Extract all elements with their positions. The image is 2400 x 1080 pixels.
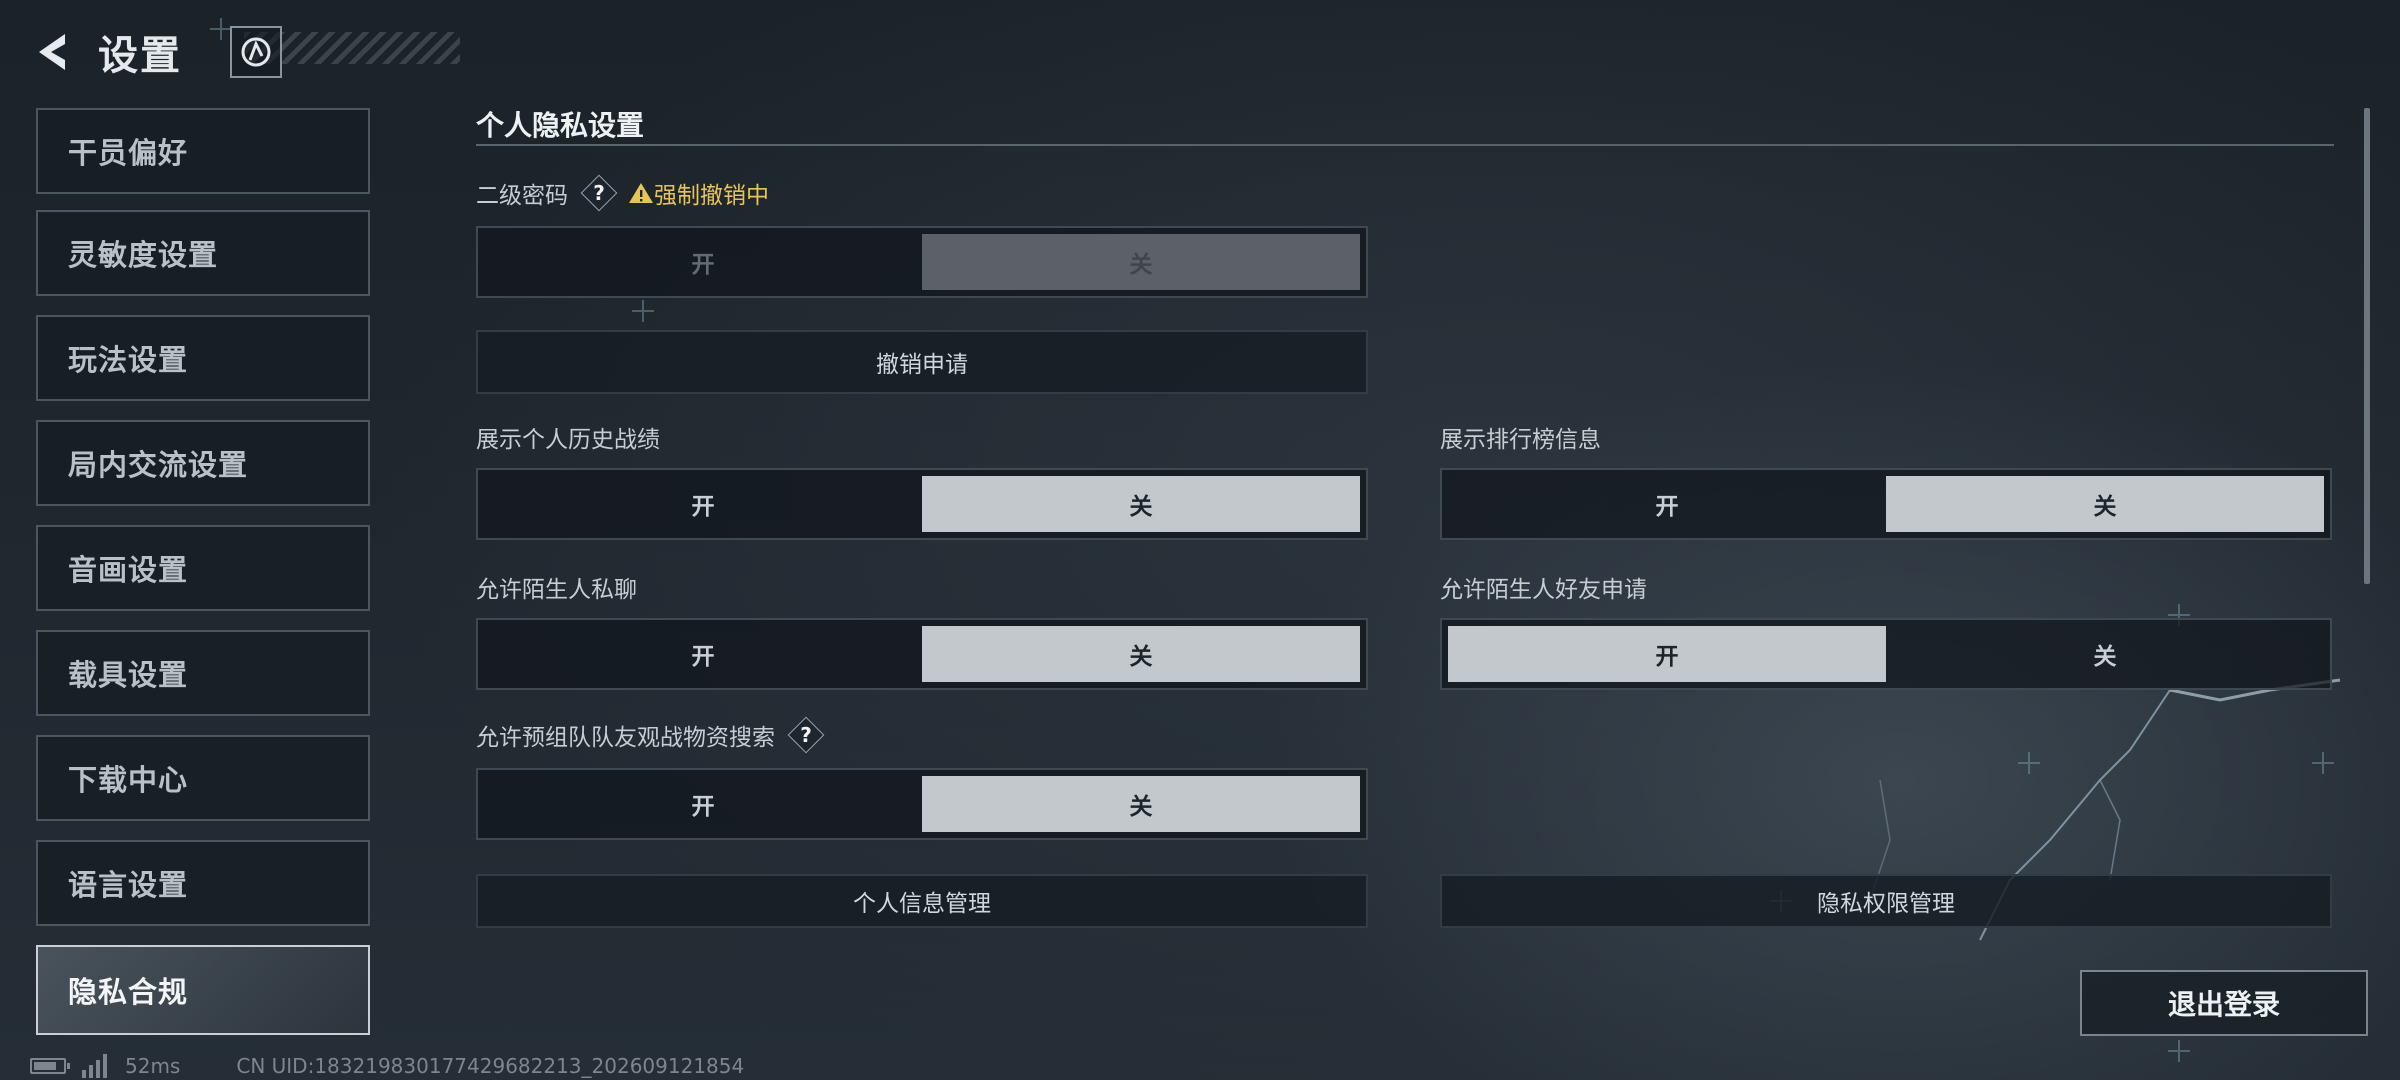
help-icon[interactable]: ? (582, 176, 616, 210)
sidebar-item-download-center[interactable]: 下载中心 (36, 735, 370, 821)
signal-icon (82, 1054, 107, 1078)
toggle-on-option[interactable]: 开 (484, 476, 922, 532)
history-record-label: 展示个人历史战绩 (476, 427, 660, 453)
secondary-password-row: 二级密码 ? 强制撤销中 (476, 176, 769, 210)
toggle-on-option[interactable]: 开 (484, 234, 922, 290)
squad-search-label: 允许预组队队友观战物资搜索 (476, 725, 775, 751)
stranger-friend-request-toggle[interactable]: 开 关 (1440, 618, 2332, 690)
header: 设置 (28, 22, 282, 82)
revoke-request-button[interactable]: 撤销申请 (476, 330, 1368, 394)
user-uid: CN UID:18321983017742968​2213_2026091218… (236, 1054, 745, 1078)
page-title: 设置 (98, 33, 182, 79)
secondary-password-label: 二级密码 (476, 183, 568, 209)
squad-search-row: 允许预组队队友观战物资搜索 ? (476, 718, 823, 752)
leaderboard-info-label: 展示排行榜信息 (1440, 427, 1601, 453)
decoration-cross (2168, 1040, 2190, 1062)
sidebar-item-vehicle[interactable]: 载具设置 (36, 630, 370, 716)
warning-text: 强制撤销中 (654, 183, 769, 209)
toggle-off-option[interactable]: 关 (922, 776, 1360, 832)
logout-button[interactable]: 退出登录 (2080, 970, 2368, 1036)
sidebar-item-sensitivity[interactable]: 灵敏度设置 (36, 210, 370, 296)
privacy-permission-management-button[interactable]: 隐私权限管理 (1440, 874, 2332, 928)
status-bar: 52ms CN UID:18321983017742968​2213_20260… (30, 1052, 744, 1080)
history-record-toggle[interactable]: 开 关 (476, 468, 1368, 540)
toggle-on-option[interactable]: 开 (1448, 476, 1886, 532)
toggle-on-option[interactable]: 开 (484, 626, 922, 682)
force-revoke-warning: 强制撤销中 (628, 176, 769, 210)
section-title: 个人隐私设置 (476, 109, 645, 142)
sidebar-item-operator-preference[interactable]: 干员偏好 (36, 108, 370, 194)
scrollbar[interactable] (2364, 108, 2370, 584)
sidebar-item-communication[interactable]: 局内交流设置 (36, 420, 370, 506)
toggle-off-option[interactable]: 关 (922, 626, 1360, 682)
toggle-off-option[interactable]: 关 (1886, 476, 2324, 532)
toggle-off-option[interactable]: 关 (922, 476, 1360, 532)
help-icon[interactable]: ? (789, 718, 823, 752)
squad-search-toggle[interactable]: 开 关 (476, 768, 1368, 840)
sidebar-item-audio-video[interactable]: 音画设置 (36, 525, 370, 611)
stranger-chat-label: 允许陌生人私聊 (476, 577, 637, 603)
section-divider (476, 144, 2334, 146)
warning-icon (629, 183, 653, 203)
game-logo-icon (230, 26, 282, 78)
toggle-off-option[interactable]: 关 (922, 234, 1360, 290)
sidebar-item-privacy-compliance[interactable]: 隐私合规 (36, 945, 370, 1035)
sidebar-item-gameplay[interactable]: 玩法设置 (36, 315, 370, 401)
battery-icon (30, 1058, 70, 1074)
sidebar-item-language[interactable]: 语言设置 (36, 840, 370, 926)
toggle-on-option[interactable]: 开 (484, 776, 922, 832)
toggle-off-option[interactable]: 关 (1886, 626, 2324, 682)
stranger-chat-toggle[interactable]: 开 关 (476, 618, 1368, 690)
leaderboard-info-toggle[interactable]: 开 关 (1440, 468, 2332, 540)
personal-info-management-button[interactable]: 个人信息管理 (476, 874, 1368, 928)
stranger-friend-request-label: 允许陌生人好友申请 (1440, 577, 1647, 603)
back-arrow-icon[interactable] (28, 27, 74, 77)
toggle-on-option[interactable]: 开 (1448, 626, 1886, 682)
decoration-cross (632, 300, 654, 322)
secondary-password-toggle[interactable]: 开 关 (476, 226, 1368, 298)
ping-value: 52ms (125, 1054, 181, 1078)
